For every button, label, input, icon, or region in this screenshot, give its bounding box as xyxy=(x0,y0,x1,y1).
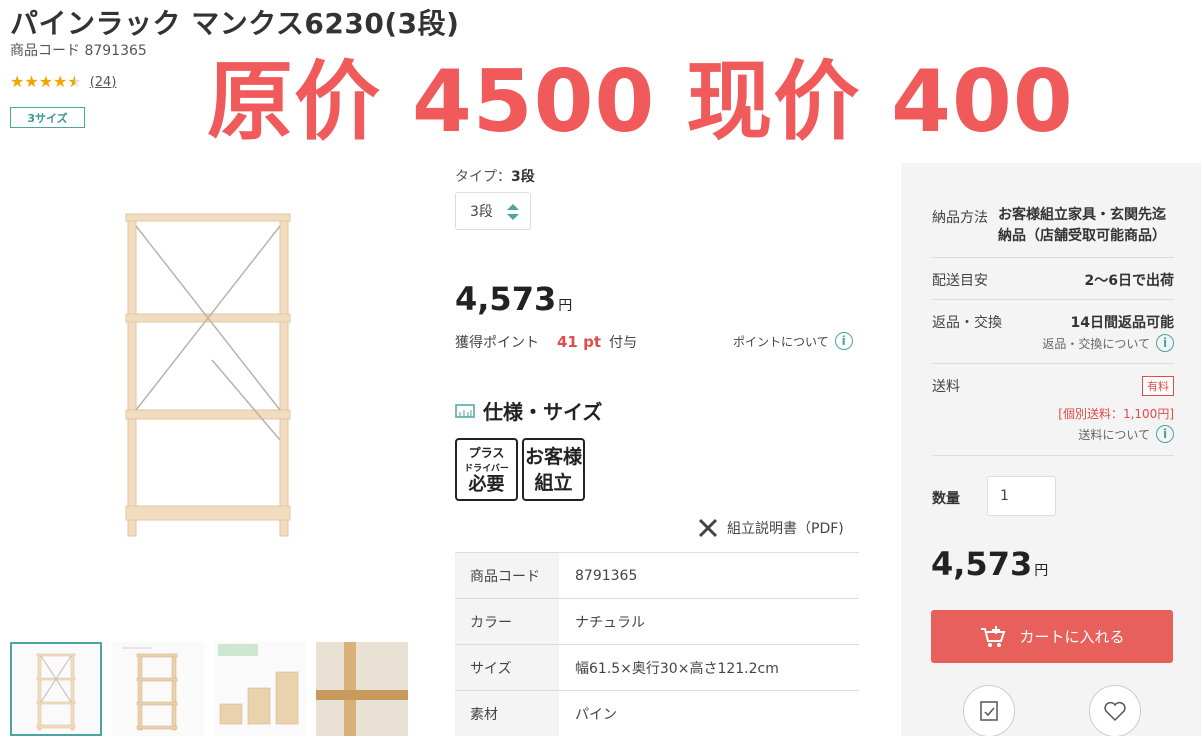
price-summary-value: 4,573 xyxy=(931,545,1033,583)
thumbnail-3[interactable] xyxy=(214,642,306,736)
favorite-button[interactable] xyxy=(1089,685,1141,736)
spec-table: 商品コード 8791365 カラー ナチュラル サイズ 幅61.5×奥行30×高… xyxy=(455,552,859,736)
delivery-method-value: お客様組立家具・玄関先迄納品（店舗受取可能商品） xyxy=(998,207,1166,244)
checklist-icon xyxy=(980,701,998,721)
half-star-icon: ★ xyxy=(67,74,81,91)
return-label: 返品・交換 xyxy=(932,315,1002,331)
price-yen: 円 xyxy=(558,298,573,314)
points-about-link[interactable]: ポイントについて i xyxy=(733,332,853,350)
price-summary-yen: 円 xyxy=(1034,563,1049,579)
return-about-text: 返品・交換について xyxy=(1042,336,1150,351)
tools-icon xyxy=(698,518,718,538)
type-select-value: 3段 xyxy=(470,204,493,220)
product-code-label: 商品コード xyxy=(10,43,80,59)
spec-key: 素材 xyxy=(455,691,559,736)
thumbnail-strip xyxy=(10,642,408,736)
heart-icon xyxy=(1104,701,1126,722)
shipping-eta-value: 2〜6日で出荷 xyxy=(1084,273,1174,289)
return-value: 14日間返品可能 xyxy=(1070,315,1174,331)
screwdriver-required-badge: プラス ドライバー 必要 xyxy=(455,438,518,501)
shipping-fee-row: 送料 有料 xyxy=(932,376,1174,396)
review-count-link[interactable]: (24) xyxy=(90,75,117,90)
product-title: パインラック マンクス6230(3段) xyxy=(10,7,460,40)
shipping-fee-label: 送料 xyxy=(932,379,960,395)
points-suffix: 付与 xyxy=(609,335,638,351)
divider xyxy=(932,257,1174,258)
thumbnail-4[interactable] xyxy=(316,642,408,736)
add-to-cart-button[interactable]: カートに入れる xyxy=(931,610,1173,663)
type-label-text: タイプ： xyxy=(455,169,511,185)
return-row: 返品・交換 14日間返品可能 xyxy=(932,312,1174,332)
shipping-eta-label: 配送目安 xyxy=(932,273,988,289)
badge1-line2: ドライバー xyxy=(464,464,509,474)
shipping-eta-row: 配送目安 2〜6日で出荷 xyxy=(932,270,1174,290)
spec-heading-text: 仕様・サイズ xyxy=(483,400,603,424)
shipping-fee-detail: [個別送料：1,100円] xyxy=(1058,407,1174,421)
badge1-line1: プラス xyxy=(468,446,505,460)
badge1-line3: 必要 xyxy=(468,474,505,495)
star-icon: ★ xyxy=(24,72,39,91)
star-icon: ★ xyxy=(38,72,54,91)
add-to-cart-label: カートに入れる xyxy=(1019,628,1125,646)
select-arrows-icon xyxy=(507,204,519,220)
table-row: 商品コード 8791365 xyxy=(455,553,859,599)
badge2-line1: お客様 xyxy=(524,446,582,468)
table-row: サイズ 幅61.5×奥行30×高さ121.2cm xyxy=(455,645,859,691)
divider xyxy=(932,455,1174,456)
thumbnail-1[interactable] xyxy=(10,642,102,736)
product-code: 商品コード 8791365 xyxy=(10,40,147,60)
info-icon: i xyxy=(1156,334,1174,352)
badge2-line2: 組立 xyxy=(534,472,573,494)
star-icon: ★ xyxy=(53,72,68,91)
price-overlay-text: 原价 4500 现价 400 xyxy=(207,52,1074,152)
info-icon: i xyxy=(1156,425,1174,443)
divider xyxy=(932,299,1174,300)
table-row: 素材 パイン xyxy=(455,691,859,736)
spec-heading: 仕様・サイズ xyxy=(455,396,602,425)
spec-value: 幅61.5×奥行30×高さ121.2cm xyxy=(575,660,779,677)
star-icon: ★ xyxy=(10,72,25,91)
info-icon: i xyxy=(834,332,853,350)
delivery-method-row: 納品方法 お客様組立家具・玄関先迄納品（店舗受取可能商品） xyxy=(932,207,1174,247)
delivery-method-label: 納品方法 xyxy=(932,210,988,226)
price-main: 4,573 円 xyxy=(455,280,572,318)
points-row: 獲得ポイント 41 pt 付与 xyxy=(455,332,637,352)
spec-value: 8791365 xyxy=(575,567,638,584)
product-code-value: 8791365 xyxy=(84,43,147,59)
spec-key: サイズ xyxy=(455,645,559,690)
assembly-pdf-link[interactable]: 組立説明書（PDF) xyxy=(697,517,844,539)
divider xyxy=(932,363,1174,364)
shipping-fee-badge: 有料 xyxy=(1142,376,1174,396)
points-value: 41 pt xyxy=(557,333,602,351)
thumbnail-2[interactable] xyxy=(112,642,204,736)
return-about-link[interactable]: 返品・交換について i xyxy=(932,334,1174,352)
cart-icon xyxy=(981,625,1006,647)
spec-key: 商品コード xyxy=(455,553,559,598)
product-image xyxy=(125,213,291,537)
rating: ★ ★ ★ ★ ★ (24) xyxy=(10,72,117,91)
points-about-text: ポイントについて xyxy=(733,334,829,349)
size-variant-badge[interactable]: 3サイズ xyxy=(10,107,85,128)
type-label: タイプ：3段 xyxy=(455,166,535,186)
price-value: 4,573 xyxy=(455,280,557,318)
price-summary: 4,573 円 xyxy=(931,545,1048,583)
ruler-icon xyxy=(455,403,475,418)
assembly-pdf-text: 組立説明書（PDF) xyxy=(727,521,844,537)
shipping-fee-about-text: 送料について xyxy=(1078,427,1150,442)
shipping-fee-about-link[interactable]: 送料について i xyxy=(932,425,1174,443)
spec-value: パイン xyxy=(575,706,617,723)
compare-button[interactable] xyxy=(963,685,1015,736)
spec-key: カラー xyxy=(455,599,559,644)
type-select[interactable]: 3段 xyxy=(455,192,531,230)
spec-value: ナチュラル xyxy=(575,614,645,631)
quantity-label: 数量 xyxy=(932,491,960,507)
type-value: 3段 xyxy=(511,169,535,185)
quantity-input[interactable] xyxy=(987,476,1056,516)
table-row: カラー ナチュラル xyxy=(455,599,859,645)
points-label: 獲得ポイント xyxy=(455,335,539,351)
customer-assembly-badge: お客様 組立 xyxy=(522,438,585,501)
